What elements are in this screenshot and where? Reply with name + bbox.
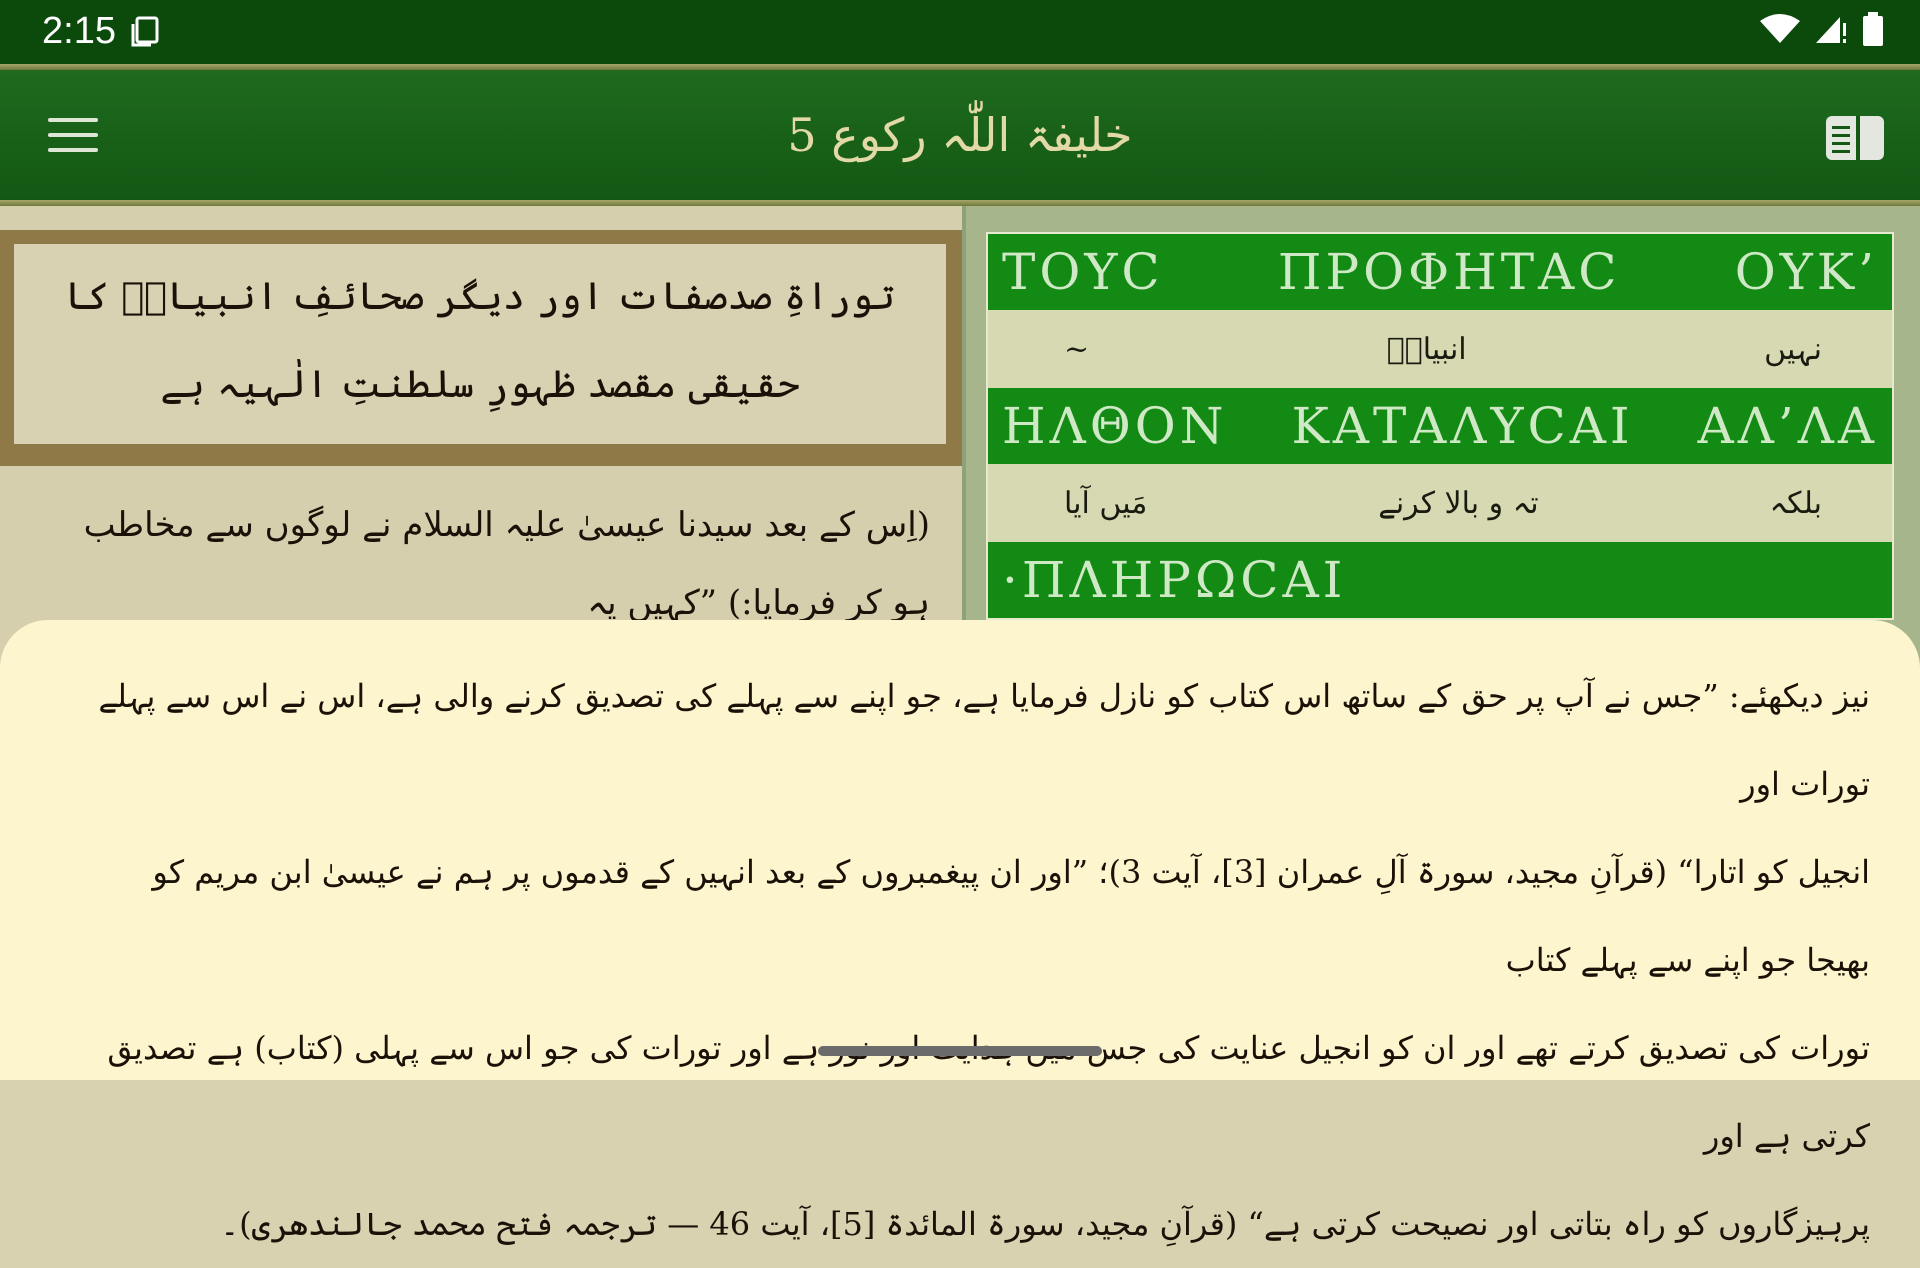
signal-icon bbox=[1816, 17, 1846, 43]
urdu-gloss-row: نہیں انبیاءؑ ~ bbox=[988, 310, 1892, 388]
greek-word[interactable]: ΗΛΘΟΝ bbox=[1002, 397, 1227, 455]
reference-bottom-sheet[interactable]: نیز دیکھئے: ”جس نے آپ پر حق کے ساتھ اس ک… bbox=[0, 620, 1920, 1243]
greek-word[interactable]: ·ΠΛΗΡΩϹΑΙ bbox=[1002, 551, 1346, 609]
wifi-icon bbox=[1760, 14, 1800, 43]
urdu-gloss: بلکہ bbox=[1769, 485, 1822, 521]
reference-line: انجیل کو اتارا“ (قرآنِ مجید، سورۃ آلِ عم… bbox=[152, 853, 1870, 979]
battery-icon bbox=[1863, 12, 1883, 46]
greek-word[interactable]: ΤΟΥϹ bbox=[1002, 243, 1164, 301]
urdu-gloss: تہ و بالا کرنے bbox=[1378, 485, 1539, 521]
book-icon[interactable] bbox=[1826, 116, 1884, 160]
commentary-text: (اِس کے بعد سیدنا عیسیٰ علیہ السلام نے ل… bbox=[83, 505, 930, 623]
section-heading: توراۃِ صدصفات اور دیگر صحائفِ انبیاءؑ کا… bbox=[14, 244, 946, 444]
greek-word[interactable]: ΠΡΟΦΗΤΑϹ bbox=[1278, 243, 1621, 301]
home-indicator[interactable] bbox=[818, 1046, 1102, 1056]
greek-row: ·ΠΛΗΡΩϹΑΙ bbox=[988, 542, 1892, 618]
section-heading-frame: توراۃِ صدصفات اور دیگر صحائفِ انبیاءؑ کا… bbox=[0, 230, 962, 466]
interlinear-table: ΤΟΥϹ ΠΡΟΦΗΤΑϹ ΟΥΚ’ نہیں انبیاءؑ ~ ΗΛΘΟΝ … bbox=[986, 232, 1894, 620]
greek-row: ΗΛΘΟΝ ΚΑΤΑΛΥϹΑΙ ΑΛ’ΛΑ bbox=[988, 388, 1892, 464]
page-title: خلیفۃ اللّٰہ رکوع 5 bbox=[787, 108, 1133, 162]
greek-word[interactable]: ΚΑΤΑΛΥϹΑΙ bbox=[1291, 397, 1633, 455]
greek-row: ΤΟΥϹ ΠΡΟΦΗΤΑϹ ΟΥΚ’ bbox=[988, 234, 1892, 310]
urdu-gloss: انبیاءؑ bbox=[1386, 331, 1467, 367]
status-time: 2:15 bbox=[42, 10, 116, 52]
urdu-gloss-row: بلکہ تہ و بالا کرنے مَیں آیا bbox=[988, 464, 1892, 542]
screen-icon bbox=[131, 16, 159, 47]
greek-word[interactable]: ΟΥΚ’ bbox=[1735, 243, 1878, 301]
app-bar: خلیفۃ اللّٰہ رکوع 5 bbox=[0, 70, 1920, 202]
status-bar: 2:15 bbox=[0, 0, 1920, 64]
reference-line: نیز دیکھئے: ”جس نے آپ پر حق کے ساتھ اس ک… bbox=[98, 677, 1870, 803]
urdu-gloss: ~ bbox=[1064, 331, 1090, 367]
urdu-gloss: نہیں bbox=[1764, 331, 1822, 367]
reference-line: پرہیزگاروں کو راہ بتاتی اور نصیحت کرتی ہ… bbox=[220, 1205, 1870, 1243]
reference-line: تورات کی تصدیق کرتے تھے اور ان کو انجیل … bbox=[107, 1029, 1870, 1155]
urdu-gloss: مَیں آیا bbox=[1064, 485, 1148, 521]
greek-word[interactable]: ΑΛ’ΛΑ bbox=[1698, 397, 1878, 455]
reference-text: نیز دیکھئے: ”جس نے آپ پر حق کے ساتھ اس ک… bbox=[90, 652, 1870, 1268]
